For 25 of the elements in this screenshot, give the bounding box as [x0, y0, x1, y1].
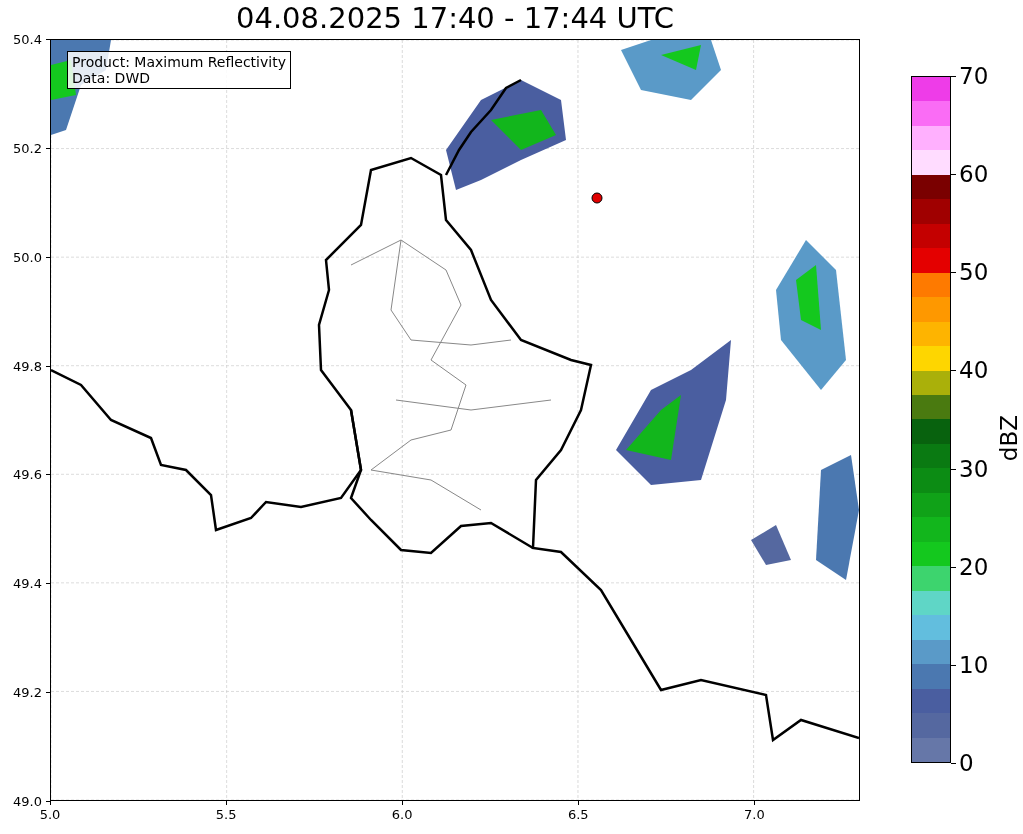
y-tick-label: 49.8: [13, 358, 42, 374]
y-tick-label: 49.0: [13, 793, 42, 809]
y-tick-label: 49.4: [13, 575, 42, 591]
x-tick-label: 6.5: [567, 807, 589, 822]
legend-text: Data: DWD: [72, 70, 151, 86]
colorbar-label: dBZ: [996, 415, 1022, 462]
x-tick-label: 7.0: [744, 807, 765, 822]
y-tick-label: 49.6: [13, 466, 42, 482]
colorbar-tick-label: 70: [959, 63, 989, 89]
colorbar-tick-label: 50: [959, 259, 989, 286]
x-tick-label: 5.5: [215, 807, 237, 822]
y-tick-label: 50.2: [13, 140, 42, 156]
legend-text: Product: Maximum Reflectivity: [72, 54, 286, 70]
y-tick-label: 50.4: [13, 31, 42, 47]
colorbar-tick-label: 40: [959, 357, 989, 384]
y-tick-label: 49.2: [13, 684, 42, 700]
colorbar-tick-label: 0: [959, 750, 974, 776]
y-tick-label: 50.0: [13, 249, 42, 265]
chart-title: 04.08.2025 17:40 - 17:44 UTC: [235, 0, 675, 37]
x-tick-label: 5.0: [39, 807, 61, 822]
colorbar-tick-label: 20: [959, 553, 989, 580]
x-tick-label: 6.0: [391, 807, 413, 822]
colorbar-tick-label: 30: [959, 455, 989, 482]
colorbar-tick-label: 10: [959, 651, 989, 678]
colorbar-tick-label: 60: [959, 161, 989, 188]
